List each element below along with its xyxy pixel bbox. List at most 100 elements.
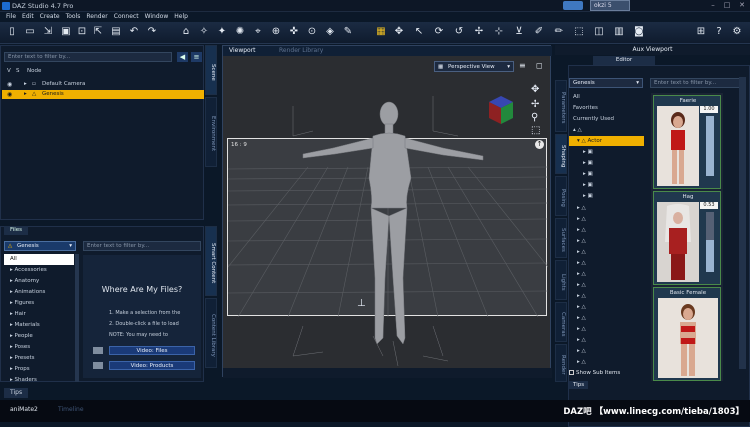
shaping-item-currently-used[interactable]: Currently Used xyxy=(569,114,644,124)
category-people[interactable]: ▸ People xyxy=(4,331,74,342)
menu-connect[interactable]: Connect xyxy=(114,12,139,22)
layout-icon[interactable]: ⊞ xyxy=(695,26,707,38)
translate-tool-icon[interactable]: ✢ xyxy=(473,26,485,38)
pose-tool-icon[interactable]: ⌖ xyxy=(252,26,264,38)
new-file-icon[interactable]: ▯ xyxy=(6,26,18,38)
expand-icon[interactable]: ▸ xyxy=(24,90,27,99)
tab-tips-right[interactable]: Tips xyxy=(569,381,589,389)
tree-item[interactable]: ▸ △ xyxy=(569,203,644,213)
spot-render-icon[interactable]: ✧ xyxy=(198,26,210,38)
magnet-tool-icon[interactable]: ⊻ xyxy=(513,26,525,38)
morph-tile-faerie[interactable]: Faerie 1.00 xyxy=(653,95,721,189)
tree-item[interactable]: ▸ △ xyxy=(569,302,644,312)
save-icon[interactable]: ▣ xyxy=(60,26,72,38)
shaping-filter-input[interactable]: Enter text to filter by... xyxy=(650,78,746,88)
scene-back-icon[interactable]: ◀ xyxy=(177,52,188,62)
tree-item[interactable]: ▸ △ xyxy=(569,313,644,323)
scene-node-genesis[interactable]: ◉ ▸ △ Genesis xyxy=(2,90,204,99)
scene-node-default-camera[interactable]: ◉ ▸ ▫ Default Camera xyxy=(2,80,204,89)
brush-tool-icon[interactable]: ✐ xyxy=(533,26,545,38)
files-dropdown[interactable]: ◬ Genesis ▾ xyxy=(4,241,76,251)
category-accessories[interactable]: ▸ Accessories xyxy=(4,265,74,276)
tree-item[interactable]: ▸ △ xyxy=(569,258,644,268)
select-tool-icon[interactable]: ↖ xyxy=(413,26,425,38)
tree-item[interactable]: ▸ △ xyxy=(569,357,644,367)
category-animations[interactable]: ▸ Animations xyxy=(4,287,74,298)
move-tool-icon[interactable]: ✥ xyxy=(393,26,405,38)
tree-item[interactable]: ▸ △ xyxy=(569,291,644,301)
settings-icon[interactable]: ⚙ xyxy=(731,26,743,38)
undo-icon[interactable]: ↶ xyxy=(128,26,140,38)
tree-item[interactable]: ▸ △ xyxy=(569,214,644,224)
scene-menu-icon[interactable]: ≡ xyxy=(191,52,202,62)
category-figures[interactable]: ▸ Figures xyxy=(4,298,74,309)
category-poses[interactable]: ▸ Poses xyxy=(4,342,74,353)
morph-tile-hag[interactable]: Hag 0.53 xyxy=(653,191,721,285)
light-tool-icon[interactable]: ✺ xyxy=(234,26,246,38)
scene-filter-input[interactable]: Enter text to filter by... xyxy=(4,52,172,62)
tree-item[interactable]: ▸ △ xyxy=(569,236,644,246)
video-products-button[interactable]: Video: Products xyxy=(109,361,195,370)
joint-tool-icon[interactable]: ⊕ xyxy=(270,26,282,38)
category-presets[interactable]: ▸ Presets xyxy=(4,353,74,364)
scale-tool-icon[interactable]: ↺ xyxy=(453,26,465,38)
category-materials[interactable]: ▸ Materials xyxy=(4,320,74,331)
export-icon[interactable]: ⇱ xyxy=(92,26,104,38)
morph-value[interactable]: 0.53 xyxy=(700,202,718,209)
tree-item[interactable]: ▸ △ xyxy=(569,280,644,290)
frame-tool-icon[interactable]: ⬚ xyxy=(573,26,585,38)
visibility-eye-icon[interactable]: ◉ xyxy=(7,80,12,89)
menu-window[interactable]: Window xyxy=(145,12,169,22)
menu-create[interactable]: Create xyxy=(40,12,60,22)
shaping-item-all[interactable]: All xyxy=(569,92,644,102)
redo-icon[interactable]: ↷ xyxy=(146,26,158,38)
menu-file[interactable]: File xyxy=(6,12,16,22)
morph-slider[interactable] xyxy=(706,212,714,272)
tree-item[interactable]: ▸ △ xyxy=(569,247,644,257)
video-files-button[interactable]: Video: Files xyxy=(109,346,195,355)
tree-item[interactable]: ▸ △ xyxy=(569,346,644,356)
category-hair[interactable]: ▸ Hair xyxy=(4,309,74,320)
tab-content-library[interactable]: Content Library xyxy=(205,298,217,368)
tree-item[interactable]: ▸ ▣ xyxy=(569,180,644,190)
tree-item[interactable]: ▸ △ xyxy=(569,324,644,334)
tab-animate2[interactable]: aniMate2 xyxy=(4,405,44,415)
tab-tips-left[interactable]: Tips xyxy=(4,388,29,398)
visibility-eye-icon[interactable]: ◉ xyxy=(7,90,12,99)
camera-icon[interactable]: ◙ xyxy=(633,26,645,38)
tree-item[interactable]: ▸ △ xyxy=(569,269,644,279)
tree-actor[interactable]: ▾ △ Actor xyxy=(569,136,644,146)
help-icon[interactable]: ? xyxy=(713,26,725,38)
morph-slider[interactable] xyxy=(706,116,714,176)
shaping-dropdown[interactable]: Genesis ▾ xyxy=(569,78,643,88)
tab-viewport[interactable]: Viewport xyxy=(229,46,256,56)
category-all[interactable]: All xyxy=(4,254,74,265)
rotate-tool-icon[interactable]: ⟳ xyxy=(433,26,445,38)
tab-scene[interactable]: Scene xyxy=(205,45,217,95)
import-icon[interactable]: ⇲ xyxy=(42,26,54,38)
render-icon[interactable]: ⌂ xyxy=(180,26,192,38)
maximize-icon[interactable]: □ xyxy=(722,1,732,10)
tab-environment[interactable]: Environment xyxy=(205,97,217,167)
expand-icon[interactable]: ▸ xyxy=(24,80,27,89)
files-filter-input[interactable]: Enter text to filter by... xyxy=(83,241,201,251)
cube-tool-icon[interactable]: ◫ xyxy=(593,26,605,38)
close-icon[interactable]: ✕ xyxy=(737,1,747,10)
node-tool-icon[interactable]: ⊙ xyxy=(306,26,318,38)
tab-editor[interactable]: Editor xyxy=(593,56,655,65)
morph-tile-basic-female[interactable]: Basic Female xyxy=(653,287,721,381)
tree-item[interactable]: ▸ △ xyxy=(569,225,644,235)
menu-render[interactable]: Render xyxy=(86,12,107,22)
camera-tool-icon[interactable]: ✦ xyxy=(216,26,228,38)
menu-help[interactable]: Help xyxy=(174,12,188,22)
gizmo-icon[interactable]: ⊥ xyxy=(357,298,366,309)
morph-value[interactable]: 1.00 xyxy=(700,106,718,113)
category-props[interactable]: ▸ Props xyxy=(4,364,74,375)
top-field[interactable]: okzi 5 xyxy=(590,0,630,11)
render-settings-icon[interactable]: ▤ xyxy=(110,26,122,38)
tab-files[interactable]: Files xyxy=(4,226,28,235)
tree-item[interactable]: ▸ ▣ xyxy=(569,147,644,157)
files-tree-scrollbar[interactable] xyxy=(75,254,79,382)
tree-item[interactable]: ▸ ▣ xyxy=(569,191,644,201)
tree-root[interactable]: ▴ △ xyxy=(569,125,644,135)
